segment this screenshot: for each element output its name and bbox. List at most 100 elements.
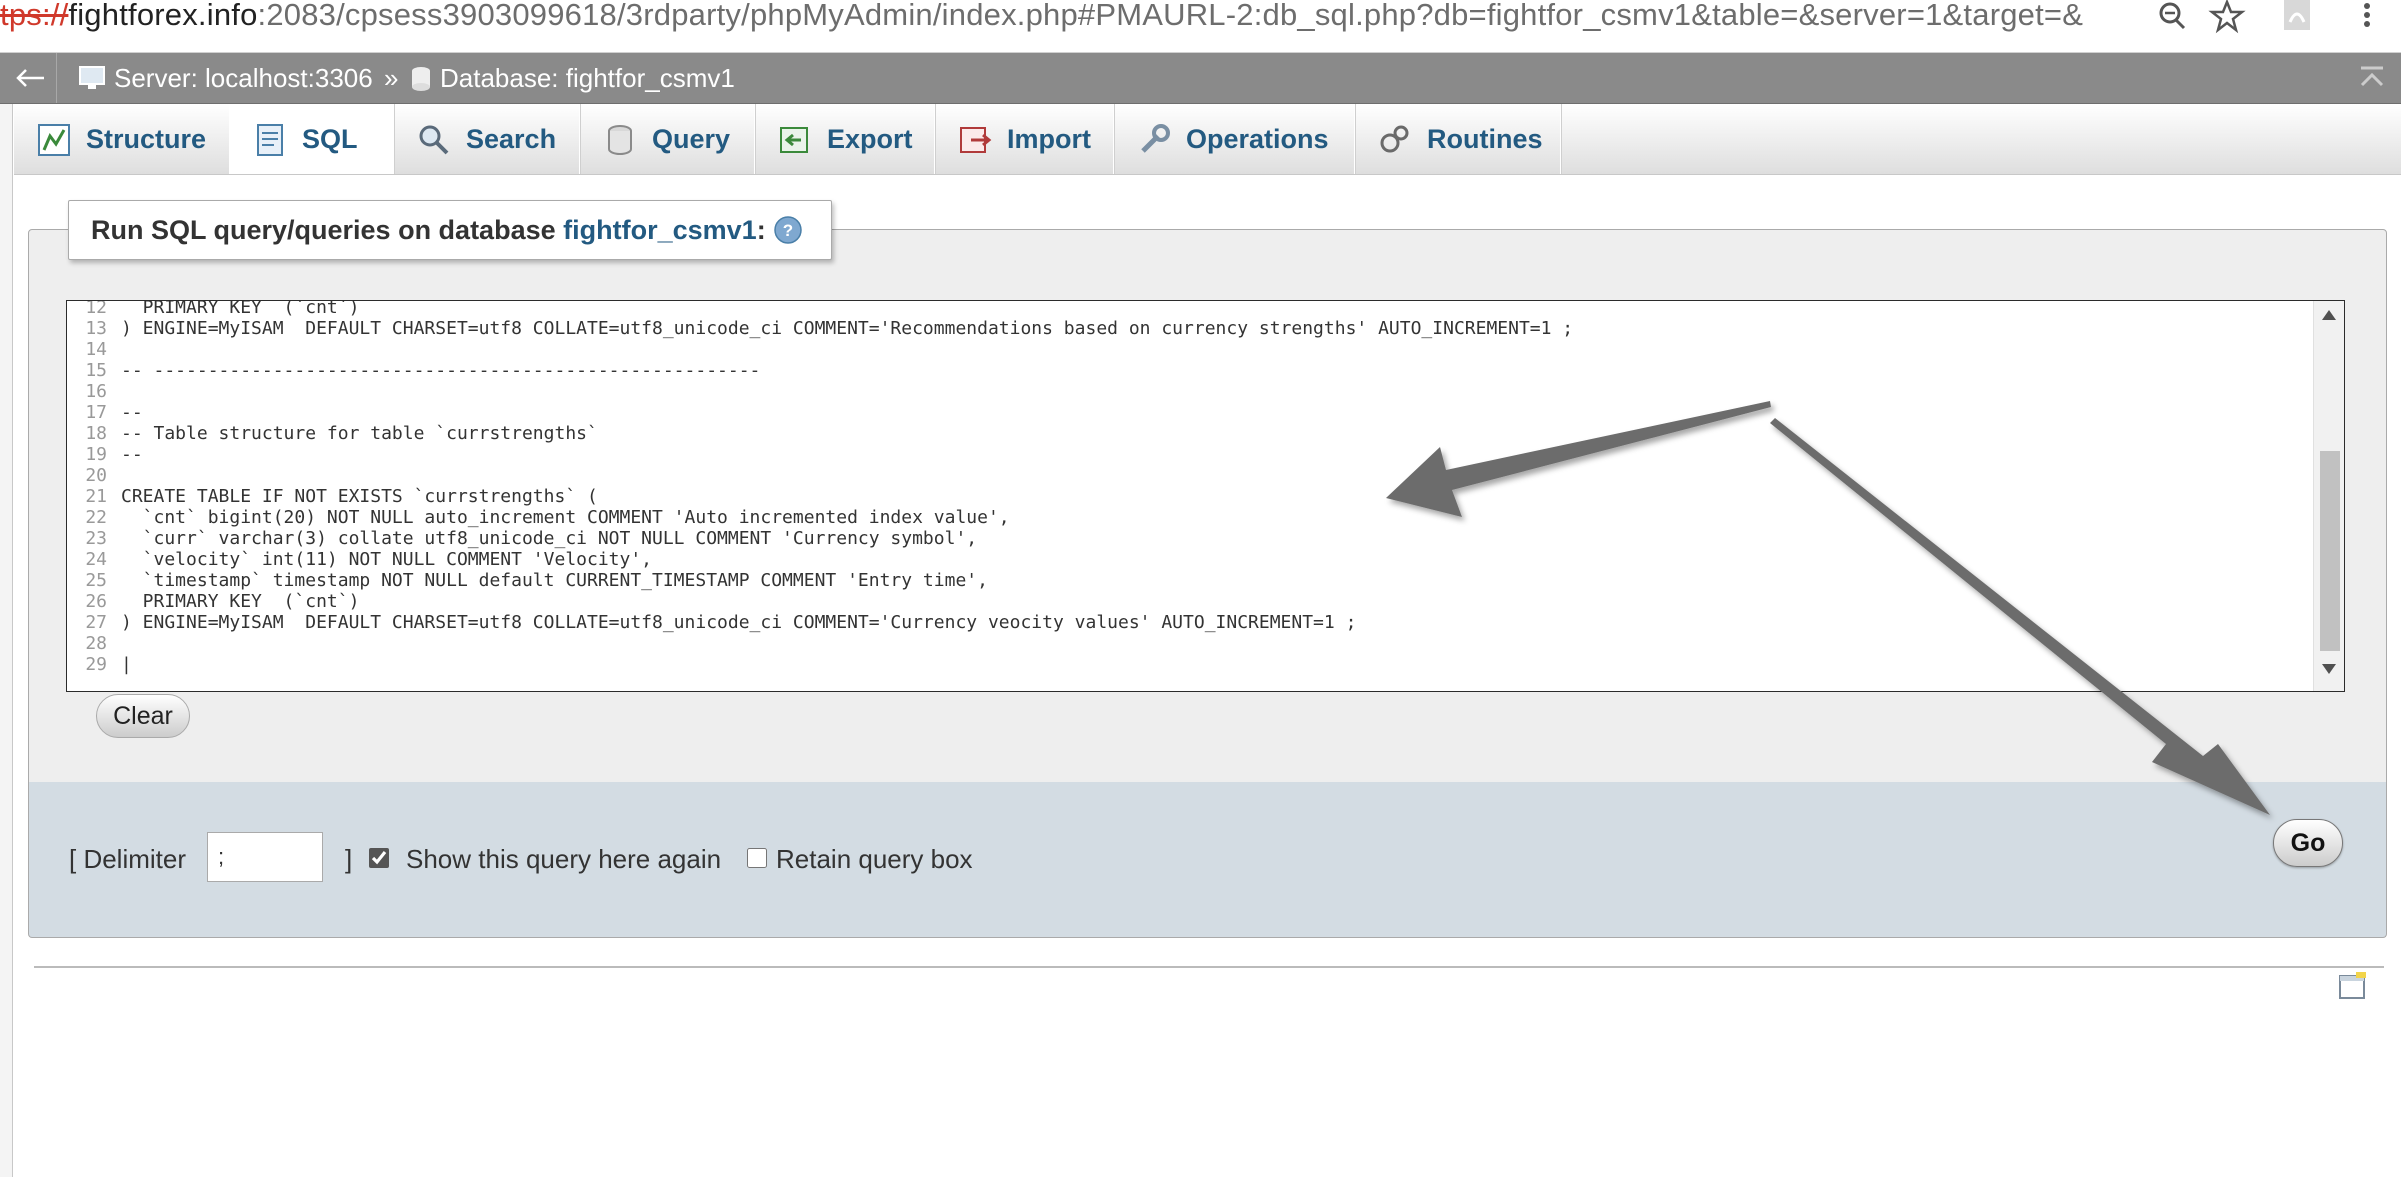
url-host: fightforex.info (68, 0, 258, 32)
back-arrow-icon[interactable] (10, 59, 50, 97)
code-line-text: CREATE TABLE IF NOT EXISTS `currstrength… (121, 486, 598, 507)
tab-structure-label: Structure (86, 124, 207, 154)
tab-structure[interactable]: Structure (14, 104, 230, 174)
legend-text: Run SQL query/queries on database fightf… (91, 201, 766, 259)
legend-prefix: Run SQL query/queries on database (91, 215, 564, 245)
browser-address-bar[interactable]: tps://fightforex.info:2083/cpsess3903099… (0, 0, 2401, 53)
tab-query-label: Query (652, 124, 731, 154)
tab-bar: Structure SQL Search Query Export Import… (14, 104, 2401, 175)
breadcrumb-separator: » (384, 63, 399, 93)
console-icon[interactable] (2338, 972, 2368, 1000)
help-icon[interactable]: ? (773, 215, 803, 245)
code-line-12: 12 PRIMARY KEY (`cnt`) (67, 300, 360, 318)
code-line-text: `curr` varchar(3) collate utf8_unicode_c… (121, 528, 978, 549)
code-line-19: 19 -- (85, 444, 143, 465)
code-line-text: -- (121, 444, 143, 465)
code-line-text: PRIMARY KEY (`cnt`) (121, 300, 360, 318)
delimiter-input[interactable] (207, 832, 323, 882)
retain-query-label[interactable]: Retain query box (776, 834, 973, 884)
url-path: :2083/cpsess3903099618/3rdparty/phpMyAdm… (257, 0, 2084, 32)
breadcrumb-divider (56, 53, 57, 103)
code-line-21: 21 CREATE TABLE IF NOT EXISTS `currstreng… (85, 486, 598, 507)
collapse-icon[interactable] (2357, 63, 2387, 93)
export-icon (780, 127, 808, 153)
code-line-14: 14 (85, 339, 107, 360)
code-line-29: 29 | (85, 654, 132, 675)
go-button[interactable]: Go (2273, 819, 2343, 867)
text-cursor: | (121, 654, 132, 675)
query-options-bar: [ Delimiter ] Show this query here again… (28, 782, 2387, 938)
sql-icon (257, 124, 283, 156)
code-line-text: -- (121, 402, 143, 423)
browser-toolbar-icons (2104, 0, 2401, 52)
pdf-extension-icon[interactable] (2274, 0, 2320, 34)
tab-search-label: Search (466, 124, 557, 154)
tab-routines-label: Routines (1427, 124, 1543, 154)
show-query-checkbox[interactable] (369, 848, 389, 868)
show-query-label[interactable]: Show this query here again (406, 834, 721, 884)
code-line-text: -- -------------------------------------… (121, 360, 761, 381)
breadcrumb-server[interactable]: Server: localhost:3306 (114, 53, 373, 103)
import-icon (960, 127, 992, 153)
tab-sql-label: SQL (302, 124, 358, 154)
code-line-28: 28 (85, 633, 107, 654)
tab-import-label: Import (1007, 124, 1091, 154)
server-breadcrumb-bar: Server: localhost:3306 » Database: fight… (0, 53, 2401, 104)
code-line-18: 18 -- Table structure for table `currstre… (85, 423, 598, 444)
server-icon (79, 66, 105, 89)
wrench-icon (1141, 124, 1170, 153)
breadcrumb-database[interactable]: Database: fightfor_csmv1 (440, 53, 735, 103)
svg-text:?: ? (783, 221, 793, 240)
code-line-26: 26 PRIMARY KEY (`cnt`) (85, 591, 360, 612)
clear-button[interactable]: Clear (96, 694, 190, 738)
code-line-13: 13) ENGINE=MyISAM DEFAULT CHARSET=utf8 C… (85, 318, 1574, 339)
code-line-text: ) ENGINE=MyISAM DEFAULT CHARSET=utf8 COL… (121, 318, 1574, 339)
retain-query-checkbox[interactable] (747, 848, 767, 868)
sql-query-editor[interactable]: 12 PRIMARY KEY (`cnt`) 13) ENGINE=MyISAM… (66, 300, 2345, 692)
tab-export[interactable]: Export (755, 104, 935, 174)
url-protocol: tps:// (0, 0, 69, 32)
zoom-icon[interactable] (2152, 0, 2198, 34)
code-line-text: `timestamp` timestamp NOT NULL default C… (121, 570, 988, 591)
code-line-16: 16 (85, 381, 107, 402)
code-line-22: 22 `cnt` bigint(20) NOT NULL auto_increm… (85, 507, 1010, 528)
code-line-text: `velocity` int(11) NOT NULL COMMENT 'Vel… (121, 549, 653, 570)
window-left-edge (0, 104, 13, 1177)
code-line-20: 20 (85, 465, 107, 486)
scroll-up-icon[interactable] (2321, 309, 2337, 321)
editor-scrollbar[interactable] (2313, 301, 2344, 691)
scrollbar-thumb[interactable] (2320, 451, 2340, 651)
star-icon[interactable] (2204, 0, 2250, 34)
code-line-text: PRIMARY KEY (`cnt`) (121, 591, 360, 612)
delimiter-close-bracket: ] (345, 844, 353, 874)
delimiter-label: [ Delimiter (69, 844, 187, 874)
tab-sql[interactable]: SQL (230, 104, 394, 174)
code-line-27: 27) ENGINE=MyISAM DEFAULT CHARSET=utf8 C… (85, 612, 1357, 633)
address-url[interactable]: tps://fightforex.info:2083/cpsess3903099… (0, 0, 2083, 36)
query-icon (608, 125, 632, 155)
tab-import[interactable]: Import (935, 104, 1114, 174)
code-line-text: -- Table structure for table `currstreng… (121, 423, 598, 444)
routines-icon (1380, 125, 1409, 153)
code-line-25: 25 `timestamp` timestamp NOT NULL defaul… (85, 570, 988, 591)
code-line-23: 23 `curr` varchar(3) collate utf8_unicod… (85, 528, 978, 549)
code-line-text: `cnt` bigint(20) NOT NULL auto_increment… (121, 507, 1010, 528)
legend-database-link[interactable]: fightfor_csmv1 (563, 215, 757, 245)
tab-operations[interactable]: Operations (1114, 104, 1355, 174)
tab-operations-label: Operations (1186, 124, 1329, 154)
legend-suffix: : (756, 215, 766, 245)
sql-fieldset-legend: Run SQL query/queries on database fightf… (68, 200, 832, 260)
code-line-text: ) ENGINE=MyISAM DEFAULT CHARSET=utf8 COL… (121, 612, 1357, 633)
content-divider (34, 966, 2384, 968)
code-line-17: 17 -- (85, 402, 143, 423)
scroll-down-icon[interactable] (2321, 663, 2337, 675)
tab-search[interactable]: Search (394, 104, 580, 174)
database-icon (412, 67, 430, 91)
tab-query[interactable]: Query (580, 104, 755, 174)
code-line-15: 15 -- -----------------------------------… (85, 360, 761, 381)
menu-icon[interactable] (2344, 0, 2390, 34)
structure-icon (38, 124, 70, 156)
code-line-24: 24 `velocity` int(11) NOT NULL COMMENT '… (85, 549, 653, 570)
tab-routines[interactable]: Routines (1355, 104, 1561, 174)
tab-export-label: Export (827, 124, 913, 154)
